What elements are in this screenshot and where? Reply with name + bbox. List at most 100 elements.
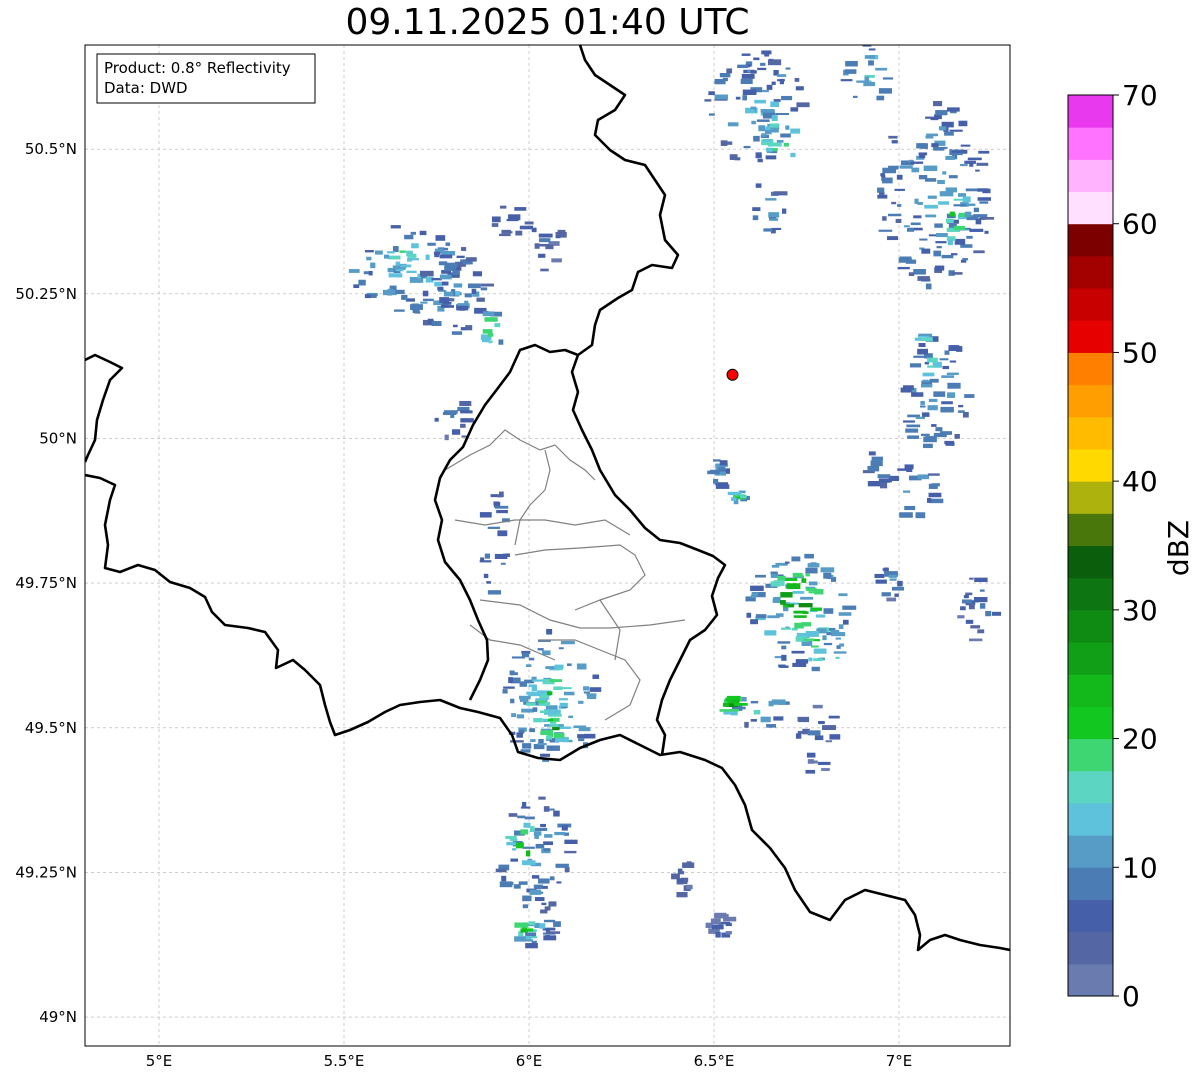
colorbar-bin (1068, 481, 1113, 514)
echo-bin (382, 289, 397, 296)
echo-bin (564, 850, 577, 854)
echo-bin (746, 612, 752, 618)
echo-bin (496, 509, 508, 514)
echo-bin (909, 363, 922, 368)
echo-bin (889, 578, 897, 581)
echo-bin (941, 254, 954, 259)
colorbar-ticks: 0 10 20 30 40 50 60 70 (1113, 79, 1158, 1013)
echo-bin (944, 131, 954, 136)
echo-bin (511, 713, 516, 718)
echo-bin (934, 223, 943, 228)
echo-bin (942, 365, 950, 370)
echo-bin (407, 258, 419, 261)
latitude-tick-label: 49.75°N (15, 574, 77, 592)
echo-bin (532, 679, 543, 682)
echo-bin (870, 460, 883, 467)
latitude-tick-label: 49.5°N (25, 719, 77, 737)
echo-bin (919, 238, 928, 241)
echo-bin (763, 138, 772, 142)
echo-bin (856, 80, 865, 83)
echo-bin (798, 603, 813, 608)
echo-bin (503, 686, 515, 689)
echo-bin (353, 284, 360, 289)
echo-bin (896, 174, 903, 180)
echo-bin (771, 227, 782, 231)
echo-bin (471, 288, 477, 294)
echo-bin (506, 219, 519, 222)
echo-bin (531, 875, 540, 879)
echo-bin (875, 579, 887, 584)
echo-bin (543, 935, 557, 941)
echo-bin (437, 286, 444, 291)
latitude-tick-label: 49°N (39, 1008, 77, 1026)
echo-bin (833, 651, 847, 654)
echo-bin (539, 238, 551, 243)
echo-bin (867, 465, 880, 472)
echo-bin (757, 67, 767, 71)
echo-bin (556, 881, 562, 884)
echo-bin (497, 530, 508, 537)
echo-bin (460, 423, 466, 428)
echo-bin (506, 841, 517, 846)
echo-bin (801, 578, 807, 583)
echo-bin (383, 254, 390, 259)
echo-bin (730, 710, 738, 716)
echo-bin (558, 647, 564, 650)
echo-bin (803, 638, 815, 641)
echo-bin (715, 931, 721, 938)
echo-bin (962, 196, 971, 203)
echo-bin (780, 600, 786, 605)
echo-bin (411, 243, 419, 249)
echo-bin (460, 327, 466, 331)
echo-bin (544, 712, 557, 715)
echo-bin (785, 67, 791, 70)
echo-bin (546, 628, 553, 635)
echo-bin (531, 685, 538, 692)
echo-bin (422, 290, 429, 297)
echo-bin (422, 298, 434, 302)
echo-bin (935, 110, 948, 116)
echo-bin (682, 862, 695, 868)
colorbar-bin (1068, 674, 1113, 707)
echo-bin (439, 274, 452, 280)
echo-bin (513, 672, 518, 676)
echo-bin (800, 596, 814, 600)
echo-bin (392, 246, 399, 252)
echo-bin (926, 497, 932, 503)
echo-bin (566, 663, 572, 666)
echo-bin (535, 698, 549, 701)
echo-bin (979, 603, 986, 609)
echo-bin (968, 603, 975, 610)
echo-bin (769, 123, 779, 128)
colorbar-bin (1068, 513, 1113, 546)
longitude-tick-label: 6°E (516, 1052, 543, 1070)
echo-bin (882, 177, 893, 184)
echo-bin (933, 146, 945, 151)
echo-bin (753, 57, 760, 61)
colorbar-bin (1068, 95, 1113, 128)
colorbar-bin (1068, 416, 1113, 450)
echo-bin (366, 256, 372, 261)
echo-bin (451, 331, 463, 335)
echo-bin (742, 95, 747, 101)
echo-bin (839, 643, 845, 647)
echo-bin (530, 739, 536, 743)
echo-bin (864, 76, 870, 83)
echo-bin (915, 416, 926, 420)
echo-bin (814, 735, 824, 741)
echo-bin (811, 760, 818, 764)
echo-bin (968, 638, 983, 642)
echo-bin (507, 231, 513, 234)
colorbar-bin (1068, 159, 1113, 193)
echo-bin (796, 102, 810, 108)
echo-bin (514, 922, 529, 928)
echo-bin (763, 228, 773, 232)
echo-bin (905, 259, 917, 264)
echo-bin (404, 234, 414, 240)
echo-bin (750, 719, 757, 722)
echo-bin (974, 577, 988, 583)
echo-bin (522, 846, 535, 849)
echo-bin (494, 553, 508, 559)
echo-bin (805, 567, 818, 574)
echo-bin (947, 239, 953, 246)
